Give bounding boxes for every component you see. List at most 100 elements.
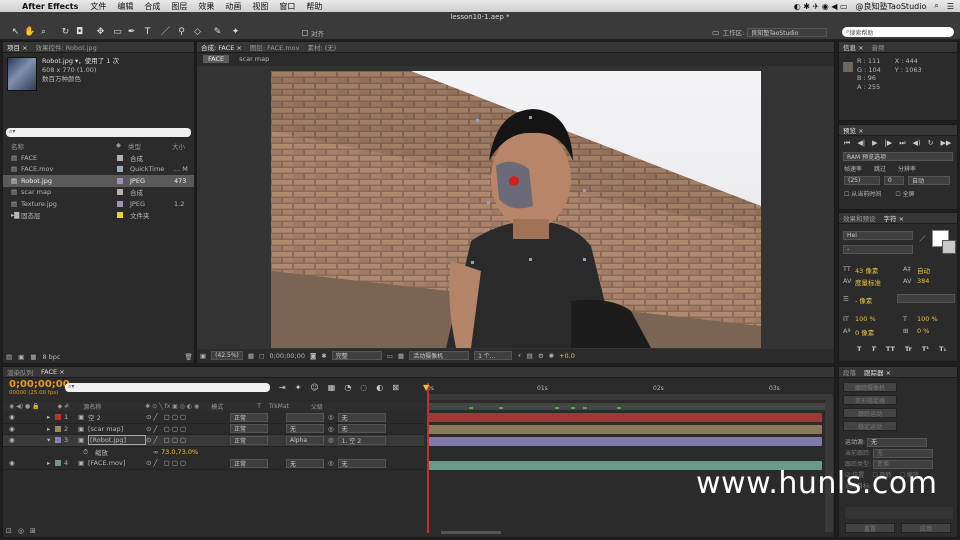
trkmat-dropdown[interactable]: 无: [286, 424, 324, 434]
font-style-dropdown[interactable]: -: [843, 245, 913, 254]
graph-editor-icon[interactable]: ◌: [360, 383, 367, 392]
grid-icon[interactable]: ▦: [248, 352, 254, 360]
track-camera-button[interactable]: 跟踪摄像机: [843, 382, 897, 392]
brainstorm-icon[interactable]: ◐: [376, 383, 383, 392]
tab-tracker[interactable]: 跟踪器 ×: [864, 367, 891, 377]
label-color-swatch[interactable]: [117, 177, 123, 184]
apply-button[interactable]: 应用: [901, 523, 951, 533]
keyframe-marker[interactable]: [499, 407, 503, 409]
project-item[interactable]: ▤ scar map 合成: [3, 187, 194, 199]
menu-help[interactable]: 帮助: [306, 1, 322, 12]
blend-mode-dropdown[interactable]: 正常: [230, 412, 268, 422]
zoom-dropdown[interactable]: (42.5%): [211, 351, 243, 360]
layer-duration-bar[interactable]: [427, 425, 822, 434]
vertical-scale-value[interactable]: 100 %: [855, 315, 876, 323]
hand-tool-icon[interactable]: ✋: [24, 27, 35, 38]
superscript-button[interactable]: T¹: [922, 345, 929, 353]
col-trkmat[interactable]: TrkMat: [269, 403, 289, 410]
parent-dropdown[interactable]: 1. 空 2: [337, 435, 386, 445]
work-area-bar[interactable]: [427, 394, 832, 400]
motion-source-dropdown[interactable]: 无: [866, 438, 927, 447]
leading-value[interactable]: 自动: [917, 265, 930, 275]
roto-brush-icon[interactable]: ✎: [212, 27, 223, 38]
pick-whip-icon[interactable]: ◎: [328, 436, 334, 444]
keyframe-marker[interactable]: [583, 407, 587, 409]
timecode-display[interactable]: 0;00;00;00: [269, 352, 305, 360]
scale-value[interactable]: 73.0,73.0%: [161, 448, 198, 456]
label-color-swatch[interactable]: [117, 200, 123, 207]
last-frame-icon[interactable]: ⏭: [899, 139, 905, 148]
zoom-tool-icon[interactable]: ⌕: [38, 27, 49, 38]
brush-tool-icon[interactable]: ／: [160, 27, 171, 38]
layer-name[interactable]: [scar map]: [88, 425, 146, 433]
full-screen-checkbox[interactable]: ☐ 全屏: [895, 189, 914, 198]
visibility-icon[interactable]: ◉: [9, 413, 47, 421]
clone-tool-icon[interactable]: ⚲: [176, 27, 187, 38]
first-frame-icon[interactable]: ⏮: [844, 139, 850, 148]
all-caps-button[interactable]: TT: [886, 345, 895, 353]
project-item[interactable]: ▤ Texture.jpg JPEG 1.2: [3, 198, 194, 210]
keyframe-marker[interactable]: [469, 407, 473, 409]
visibility-icon[interactable]: ◉: [9, 459, 47, 467]
workspace-dropdown[interactable]: 良知塾TaoStudio: [747, 27, 828, 37]
tab-effect-controls[interactable]: 效果控件: Robot.jpg: [36, 42, 97, 52]
menu-view[interactable]: 视图: [252, 1, 268, 12]
layer-duration-bar[interactable]: [427, 413, 822, 422]
parent-dropdown[interactable]: 无: [337, 412, 386, 422]
constrain-proportions-icon[interactable]: ∞: [153, 448, 161, 456]
layer-label-swatch[interactable]: [55, 425, 61, 432]
region-icon[interactable]: ▭: [387, 352, 393, 360]
menu-composition[interactable]: 合成: [144, 1, 160, 12]
font-family-dropdown[interactable]: Hei: [843, 231, 913, 240]
timeline-toggle-icon[interactable]: ▤: [527, 352, 533, 360]
stroke-style-dropdown[interactable]: [897, 294, 955, 303]
menu-edit[interactable]: 编辑: [117, 1, 133, 12]
tab-layer-face[interactable]: 图层: FACE.mov: [250, 42, 300, 52]
layer-row[interactable]: ◉ ▸ 2 ▣ [scar map] ⊙ ╱ ▢ ▢ ▢ 正常 无 ◎ 无: [3, 424, 424, 435]
rectangle-tool-icon[interactable]: ▭: [112, 27, 123, 38]
preview-resolution-dropdown[interactable]: 自动: [908, 176, 950, 185]
layer-name[interactable]: 空 2: [88, 412, 146, 422]
stabilize-motion-button[interactable]: 稳定运动: [843, 421, 897, 431]
track-motion-button[interactable]: 跟踪运动: [843, 408, 897, 418]
label-color-swatch[interactable]: [117, 166, 123, 173]
stroke-width-value[interactable]: - 像素: [855, 295, 872, 305]
trash-icon[interactable]: 🗑: [185, 353, 193, 361]
pick-whip-icon[interactable]: ◎: [328, 413, 334, 421]
transparency-grid-icon[interactable]: ▦: [398, 352, 404, 360]
audio-icon[interactable]: ◀): [913, 139, 921, 148]
flowchart-icon[interactable]: ⚙: [538, 352, 544, 360]
status-icons[interactable]: ◐ ✱ ✈ ◉ ◀ ▭: [794, 2, 848, 11]
rotate-tool-icon[interactable]: ↻: [60, 27, 71, 38]
camera-tool-icon[interactable]: ◘: [74, 27, 85, 38]
time-ruler[interactable]: 0s 01s 02s 03s: [427, 383, 832, 401]
bpc-toggle[interactable]: 8 bpc: [42, 353, 60, 361]
stroke-color-swatch[interactable]: [942, 240, 956, 254]
project-item[interactable]: ▤ FACE 合成: [3, 152, 194, 164]
blend-mode-dropdown[interactable]: 正常: [230, 424, 268, 434]
project-item[interactable]: ▤ Robot.jpg JPEG 473: [3, 175, 194, 187]
play-icon[interactable]: ▶: [872, 139, 877, 148]
next-frame-icon[interactable]: |▶: [884, 139, 892, 148]
app-menu[interactable]: After Effects: [22, 2, 78, 11]
expand-arrow-icon[interactable]: ▾: [47, 436, 55, 444]
faux-italic-button[interactable]: T: [871, 345, 875, 353]
parent-dropdown[interactable]: 无: [337, 458, 386, 468]
label-col-icon[interactable]: ◆: [116, 141, 128, 151]
eraser-tool-icon[interactable]: ◇: [192, 27, 203, 38]
ram-options-dropdown[interactable]: RAM 预览选项: [843, 152, 953, 161]
layer-row[interactable]: ◉ ▸ 4 ▣ [FACE.mov] ⊙ ╱ ▢ ▢ ▢ 正常 无 ◎ 无: [3, 458, 424, 470]
current-track-dropdown[interactable]: 无: [872, 449, 933, 458]
tab-project[interactable]: 项目 ×: [7, 42, 28, 52]
label-color-swatch[interactable]: [117, 189, 123, 196]
channel-icon[interactable]: ✱: [321, 352, 326, 360]
toggle-modes-icon[interactable]: ◎: [18, 527, 24, 535]
motion-blur-icon[interactable]: ◔: [344, 383, 351, 392]
prev-frame-icon[interactable]: ◀|: [857, 139, 865, 148]
faux-bold-button[interactable]: T: [857, 345, 861, 353]
resolution-dropdown[interactable]: 完整: [331, 351, 382, 360]
eyedropper-icon[interactable]: ／: [919, 233, 926, 243]
layer-label-swatch[interactable]: [55, 460, 61, 467]
exposure-value[interactable]: +0.0: [559, 352, 575, 360]
layer-row[interactable]: ◉ ▸ 1 ▣ 空 2 ⊙ ╱ ▢ ▢ ▢ 正常 ◎ 无: [3, 412, 424, 424]
